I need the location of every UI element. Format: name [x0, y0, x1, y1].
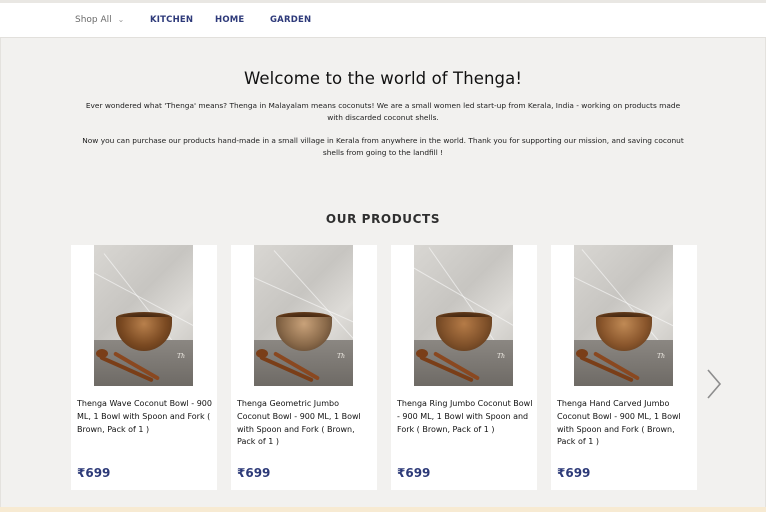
product-image[interactable]: Th [414, 245, 513, 386]
product-name[interactable]: Thenga Ring Jumbo Coconut Bowl - 900 ML,… [397, 398, 533, 436]
welcome-title: Welcome to the world of Thenga! [243, 69, 523, 88]
product-image[interactable]: Th [254, 245, 353, 386]
welcome-paragraph-1: Ever wondered what 'Thenga' means? Theng… [85, 101, 681, 122]
brand-mark-icon: Th [497, 353, 505, 360]
welcome-paragraph-2: Now you can purchase our products hand-m… [82, 136, 684, 157]
products-section-title: OUR PRODUCTS [325, 212, 441, 226]
nav-link-home[interactable]: HOME [215, 14, 244, 26]
chevron-right-icon [707, 369, 722, 399]
product-price: ₹699 [77, 466, 111, 480]
product-price: ₹699 [237, 466, 271, 480]
nav-link-kitchen[interactable]: KITCHEN [150, 14, 193, 26]
product-card[interactable]: Th Thenga Hand Carved Jumbo Coconut Bowl… [551, 245, 697, 490]
shop-all-menu[interactable]: Shop All ⌄ [75, 14, 124, 26]
brand-mark-icon: Th [657, 353, 665, 360]
carousel-next-button[interactable] [700, 367, 726, 401]
product-name[interactable]: Thenga Geometric Jumbo Coconut Bowl - 90… [237, 398, 373, 449]
product-price: ₹699 [557, 466, 591, 480]
product-price: ₹699 [397, 466, 431, 480]
product-image[interactable]: Th [574, 245, 673, 386]
nav-link-garden[interactable]: GARDEN [270, 14, 311, 26]
product-card[interactable]: Th Thenga Geometric Jumbo Coconut Bowl -… [231, 245, 377, 490]
product-card[interactable]: Th Thenga Wave Coconut Bowl - 900 ML, 1 … [71, 245, 217, 490]
product-name[interactable]: Thenga Hand Carved Jumbo Coconut Bowl - … [557, 398, 693, 449]
top-navigation: Shop All ⌄ KITCHEN HOME GARDEN [0, 3, 766, 38]
brand-mark-icon: Th [337, 353, 345, 360]
product-card[interactable]: Th Thenga Ring Jumbo Coconut Bowl - 900 … [391, 245, 537, 490]
product-name[interactable]: Thenga Wave Coconut Bowl - 900 ML, 1 Bow… [77, 398, 213, 436]
bottom-strip [0, 507, 766, 512]
product-image[interactable]: Th [94, 245, 193, 386]
brand-mark-icon: Th [177, 353, 185, 360]
chevron-down-icon: ⌄ [117, 15, 125, 24]
shop-all-label: Shop All [75, 15, 112, 25]
